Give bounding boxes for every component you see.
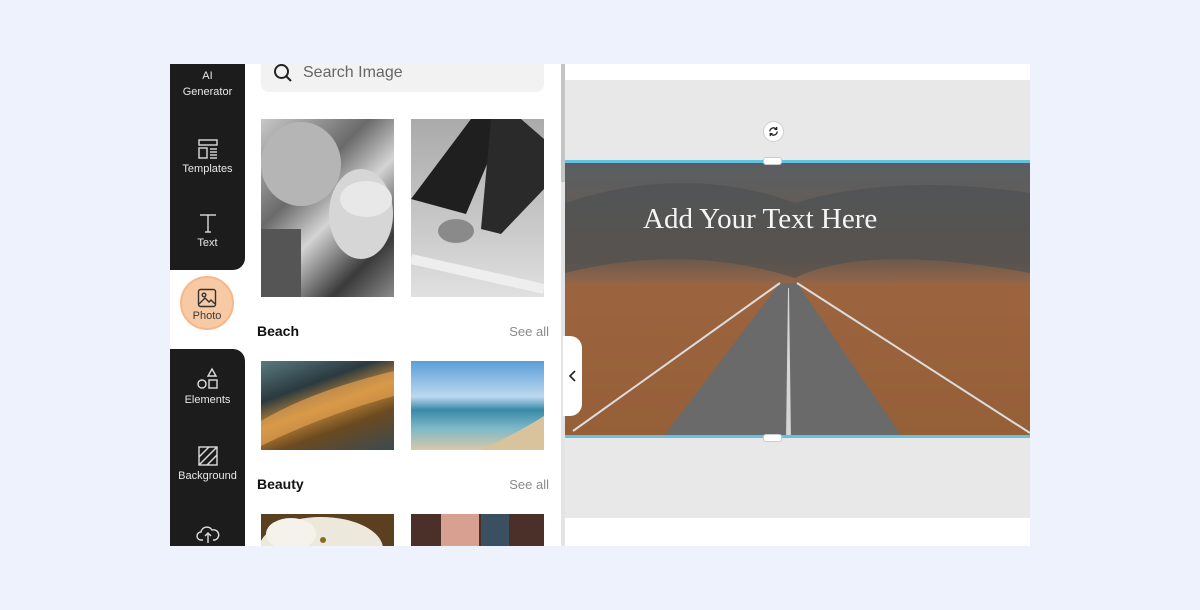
sidebar-item-label: Background — [178, 470, 237, 482]
background-icon — [197, 446, 218, 466]
sidebar-bottom-section: Elements Background — [170, 349, 245, 546]
sidebar-item-text[interactable]: Text — [170, 212, 245, 249]
sidebar-item-label: Templates — [182, 163, 233, 175]
collapse-panel-button[interactable] — [563, 336, 582, 416]
sidebar-item-label: AI — [202, 70, 213, 82]
sidebar-item-photo[interactable]: Photo — [180, 276, 234, 330]
photo-icon — [197, 288, 217, 308]
text-icon — [199, 214, 216, 233]
upload-cloud-icon — [195, 526, 219, 543]
canvas-text-box[interactable]: Add Your Text Here — [643, 203, 877, 236]
templates-icon — [197, 139, 218, 159]
photo-thumbnail[interactable] — [411, 361, 544, 450]
rotate-button[interactable] — [763, 121, 784, 142]
search-icon — [274, 64, 292, 82]
elements-icon — [196, 367, 218, 389]
photo-thumbnail[interactable] — [411, 119, 544, 297]
see-all-beauty-link[interactable]: See all — [509, 477, 549, 492]
see-all-beach-link[interactable]: See all — [509, 324, 549, 339]
sidebar-item-upload[interactable] — [170, 522, 245, 546]
resize-handle-top[interactable] — [763, 157, 782, 165]
editor-app: AI Generator Templates Text Photo Elemen… — [170, 64, 1030, 546]
search-bar[interactable] — [261, 64, 544, 92]
sidebar-item-label: Photo — [192, 310, 222, 322]
photo-thumbnail[interactable] — [411, 514, 544, 546]
sidebar-item-label: Text — [197, 237, 218, 249]
sidebar-top-section: AI Generator Templates Text — [170, 64, 245, 270]
sidebar-item-templates[interactable]: Templates — [170, 138, 245, 175]
sidebar-item-elements[interactable]: Elements — [170, 367, 245, 406]
sidebar-item-ai-generator[interactable]: AI Generator — [170, 64, 245, 101]
ai-generator-icon — [196, 64, 220, 66]
sidebar-item-label: Generator — [182, 86, 233, 98]
rotate-icon — [769, 126, 778, 137]
search-input[interactable] — [301, 64, 525, 83]
sidebar: AI Generator Templates Text Photo Elemen… — [170, 64, 245, 546]
section-title-beauty: Beauty — [257, 476, 304, 492]
sidebar-item-label: Elements — [184, 394, 231, 406]
design-canvas[interactable]: Add Your Text Here — [565, 160, 1030, 438]
photo-thumbnail[interactable] — [261, 119, 394, 297]
resize-handle-bottom[interactable] — [763, 434, 782, 442]
section-title-beach: Beach — [257, 323, 300, 339]
photo-thumbnail[interactable] — [261, 361, 394, 450]
photo-thumbnail[interactable] — [261, 514, 394, 546]
photo-panel: Beach See all Beauty See all — [245, 64, 561, 546]
chevron-left-icon — [568, 370, 576, 382]
sidebar-item-background[interactable]: Background — [170, 445, 245, 482]
